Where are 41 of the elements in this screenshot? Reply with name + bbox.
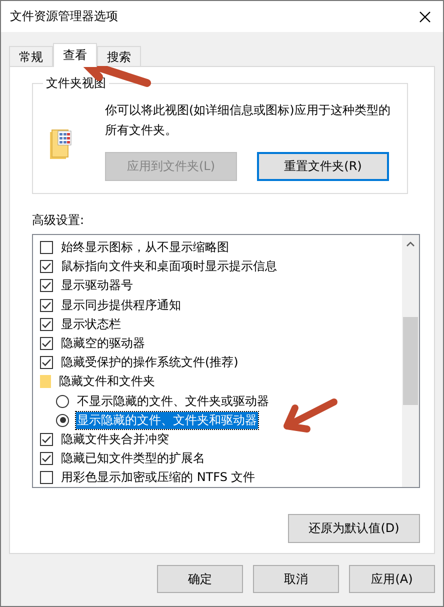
close-icon[interactable] [419,10,431,22]
checkbox[interactable] [40,318,53,331]
advanced-settings-label: 高级设置: [32,212,86,229]
window-title: 文件资源管理器选项 [10,8,118,25]
setting-label[interactable]: 显示状态栏 [60,316,122,333]
setting-label[interactable]: 显示同步提供程序通知 [60,296,182,314]
scrollbar[interactable] [402,235,419,487]
checkbox[interactable] [40,279,53,292]
checkbox[interactable] [40,260,53,274]
folder-view-button[interactable]: 重置文件夹(R) [257,152,389,181]
tab[interactable]: 常规 [9,46,53,66]
tab[interactable]: 查看 [53,43,97,67]
checkbox[interactable] [40,452,53,466]
checkbox[interactable] [40,471,53,484]
setting-label[interactable]: 始终显示图标，从不显示缩略图 [60,239,230,256]
setting-label[interactable]: 显示隐藏的文件、文件夹和驱动器 [76,412,258,429]
checkbox[interactable] [40,241,53,254]
setting-label[interactable]: 隐藏文件和文件夹 [58,373,156,390]
setting-label[interactable]: 用彩色显示加密或压缩的 NTFS 文件 [60,469,256,486]
dialog-button[interactable]: 取消 [253,565,339,593]
setting-label[interactable]: 隐藏受保护的操作系统文件(推荐) [60,354,240,372]
checkbox[interactable] [40,298,53,312]
setting-label[interactable]: 鼠标指向文件夹和桌面项时显示提示信息 [60,258,278,276]
radio-button[interactable] [56,414,69,427]
checkbox[interactable] [40,337,53,350]
folder-icon [40,375,51,388]
setting-label[interactable]: 显示驱动器号 [60,277,134,294]
radio-button[interactable] [56,394,69,408]
dialog-button[interactable]: 确定 [157,565,243,593]
restore-defaults-button[interactable]: 还原为默认值(D) [288,514,420,543]
checkbox[interactable] [40,432,53,446]
setting-label[interactable]: 隐藏空的驱动器 [60,335,146,352]
setting-label[interactable]: 隐藏文件夹合并冲突 [60,430,170,448]
dialog-button[interactable]: 应用(A) [349,565,435,593]
checkbox[interactable] [40,356,53,370]
scrollbar-thumb[interactable] [403,317,418,405]
setting-label[interactable]: 隐藏已知文件类型的扩展名 [60,450,206,468]
scroll-up-icon[interactable] [406,241,415,247]
tab[interactable]: 搜索 [97,46,141,66]
setting-label[interactable]: 不显示隐藏的文件、文件夹或驱动器 [76,392,270,410]
description-text: 你可以将此视图(如详细信息或图标)应用于这种类型的所有文件夹。 [105,102,392,139]
